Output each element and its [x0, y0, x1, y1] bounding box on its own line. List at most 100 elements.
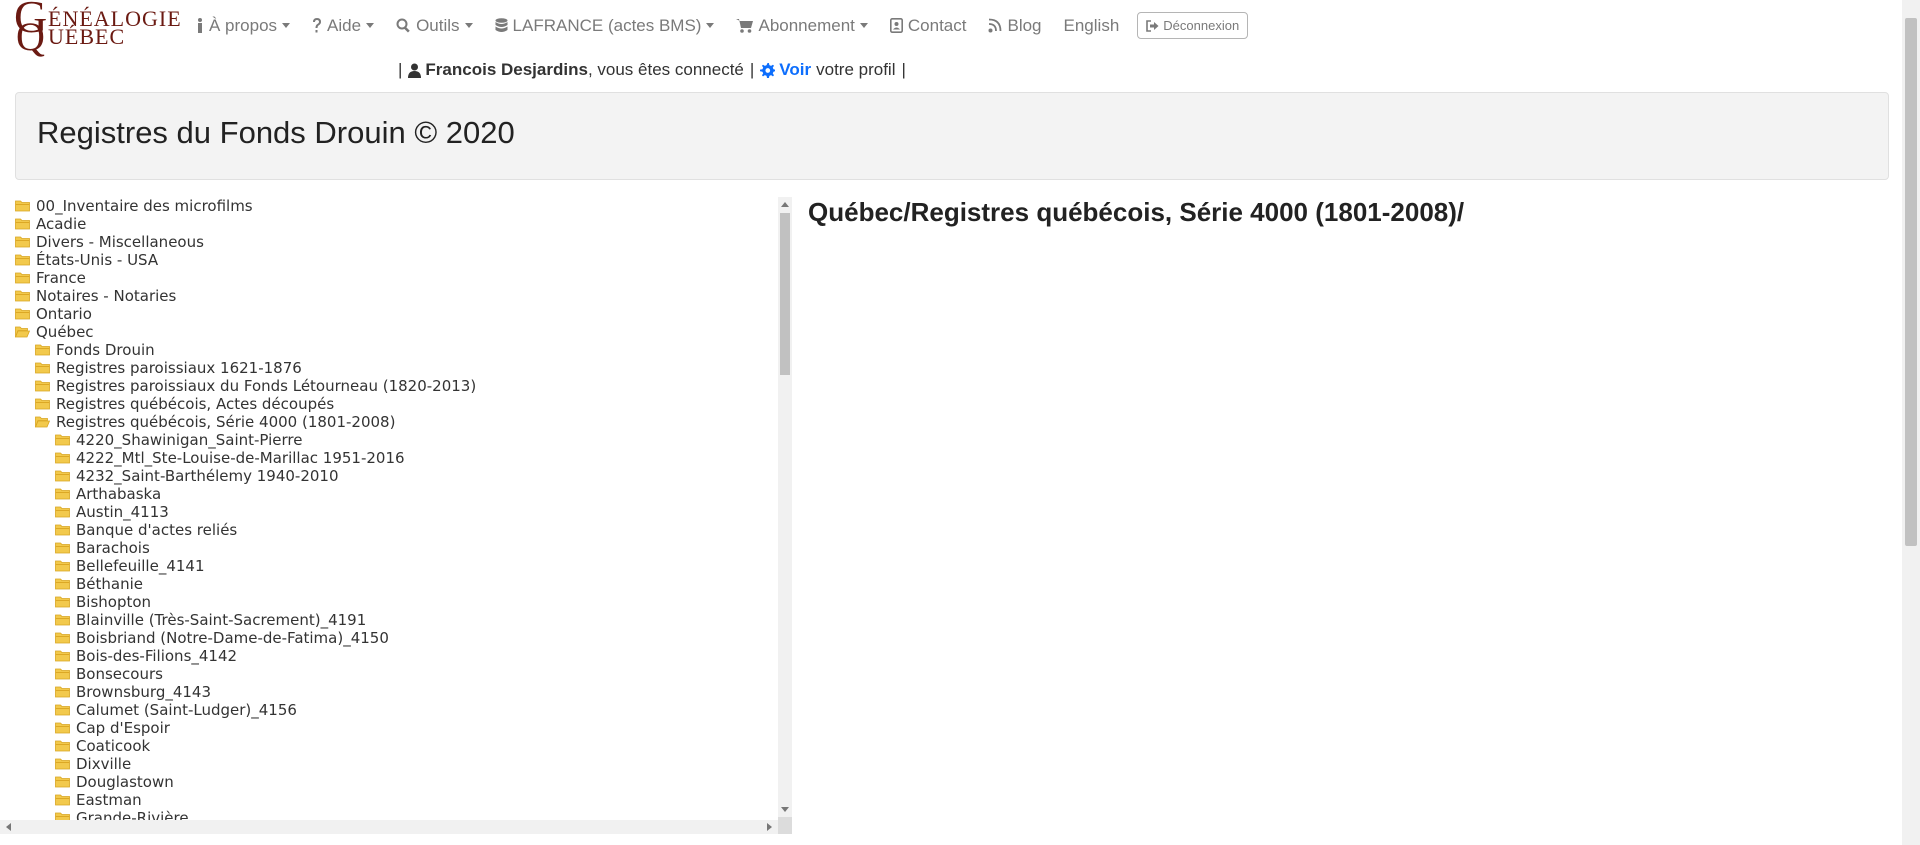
chevron-down-icon: [859, 23, 868, 28]
folder-icon: [15, 218, 30, 230]
tree-node[interactable]: Eastman: [55, 791, 142, 809]
folder-icon: [55, 524, 70, 536]
scrollbar-thumb[interactable]: [780, 213, 790, 375]
tree-node[interactable]: Douglastown: [55, 773, 174, 791]
logo-text-quebec: UÉBEC: [48, 24, 126, 49]
page-scrollbar[interactable]: [1902, 0, 1920, 845]
tree-node[interactable]: Banque d'actes reliés: [55, 521, 237, 539]
tree-node-label: Blainville (Très-Saint-Sacrement)_4191: [76, 611, 367, 629]
tree-node[interactable]: Bois-des-Filions_4142: [55, 647, 237, 665]
connected-text: , vous êtes connecté: [587, 60, 744, 79]
tree-node[interactable]: Grande-Rivière: [55, 809, 189, 820]
nav-abonnement[interactable]: Abonnement: [736, 16, 868, 36]
tree-node[interactable]: Divers - Miscellaneous: [15, 233, 204, 251]
nav-blog[interactable]: Blog: [988, 16, 1042, 36]
tree-node[interactable]: 4222_Mtl_Ste-Louise-de-Marillac 1951-201…: [55, 449, 405, 467]
separator: |: [398, 60, 403, 79]
tree-node[interactable]: Cap d'Espoir: [55, 719, 170, 737]
view-profile-link[interactable]: Voir: [779, 60, 811, 80]
folder-icon: [15, 254, 30, 266]
tree-node-label: Bois-des-Filions_4142: [76, 647, 238, 665]
nav-english[interactable]: English: [1064, 16, 1120, 36]
folder-icon: [15, 272, 30, 284]
tree-node[interactable]: Registres paroissiaux du Fonds Létournea…: [35, 377, 476, 395]
folder-icon: [35, 362, 50, 374]
tree-node-label: Registres paroissiaux du Fonds Létournea…: [56, 377, 477, 395]
tree-node[interactable]: Registres québécois, Actes découpés: [35, 395, 334, 413]
tree-node-label: 4232_Saint-Barthélemy 1940-2010: [76, 467, 339, 485]
tree-node[interactable]: Fonds Drouin: [35, 341, 155, 359]
page-title: Registres du Fonds Drouin © 2020: [37, 115, 515, 150]
tree-node-label: Cap d'Espoir: [76, 719, 170, 737]
database-icon: [495, 18, 508, 32]
tree-node-label: États-Unis - USA: [36, 251, 159, 269]
tree-node[interactable]: Registres paroissiaux 1621-1876: [35, 359, 302, 377]
tree-node-label: Douglastown: [76, 773, 174, 791]
tree-node[interactable]: Calumet (Saint-Ludger)_4156: [55, 701, 297, 719]
nav-lafrance[interactable]: LAFRANCE (actes BMS): [495, 16, 715, 36]
nav-a-propos[interactable]: À propos: [196, 16, 291, 36]
tree-node[interactable]: 4232_Saint-Barthélemy 1940-2010: [55, 467, 339, 485]
nav-outils[interactable]: Outils: [396, 15, 473, 36]
question-icon: [313, 18, 322, 33]
tree-node-label: Austin_4113: [76, 503, 169, 521]
tree-node[interactable]: 00_Inventaire des microfilms: [15, 197, 253, 215]
separator: |: [901, 60, 906, 79]
tree-node-label: 00_Inventaire des microfilms: [36, 197, 253, 215]
folder-icon: [55, 740, 70, 752]
folder-icon: [55, 614, 70, 626]
tree-node[interactable]: Québec: [15, 323, 94, 341]
separator: |: [749, 60, 755, 79]
tree-node-label: Barachois: [76, 539, 150, 557]
folder-icon: [55, 650, 70, 662]
tree-node[interactable]: Bonsecours: [55, 665, 163, 683]
tree-node[interactable]: Notaires - Notaries: [15, 287, 176, 305]
contact-icon: [889, 18, 903, 33]
tree-node[interactable]: Ontario: [15, 305, 92, 323]
scroll-up-arrow[interactable]: [781, 202, 789, 207]
folder-icon: [55, 704, 70, 716]
tree-node[interactable]: Bishopton: [55, 593, 151, 611]
nav-contact[interactable]: Contact: [889, 16, 966, 36]
tree-node[interactable]: Dixville: [55, 755, 131, 773]
main-nav: À propos Aide Outils LAFRANCE (actes BMS…: [196, 12, 1249, 39]
chevron-down-icon: [706, 23, 715, 28]
page-scrollbar-thumb[interactable]: [1905, 18, 1917, 546]
tree-node[interactable]: Registres québécois, Série 4000 (1801-20…: [35, 413, 395, 431]
tree-node-label: Bishopton: [76, 593, 152, 611]
info-icon: [198, 18, 202, 33]
tree-node[interactable]: Arthabaska: [55, 485, 161, 503]
folder-icon: [15, 236, 30, 248]
tree-node[interactable]: Austin_4113: [55, 503, 169, 521]
tree-node[interactable]: Bellefeuille_4141: [55, 557, 205, 575]
tree-node-label: Brownsburg_4143: [76, 683, 212, 701]
tree-horizontal-scrollbar[interactable]: [0, 820, 778, 834]
scroll-left-arrow[interactable]: [6, 823, 11, 831]
nav-aide[interactable]: Aide: [312, 16, 375, 36]
tree-node[interactable]: Béthanie: [55, 575, 143, 593]
tree-node-label: Béthanie: [76, 575, 144, 593]
site-logo[interactable]: G ÉNÉALOGIE Q UÉBEC: [14, 0, 184, 59]
tree-node[interactable]: Blainville (Très-Saint-Sacrement)_4191: [55, 611, 366, 629]
cart-icon: [736, 19, 754, 33]
tree-node-label: Coaticook: [76, 737, 151, 755]
scroll-down-arrow[interactable]: [781, 807, 789, 812]
tree-node[interactable]: Acadie: [15, 215, 86, 233]
tree-node[interactable]: États-Unis - USA: [15, 251, 158, 269]
logout-button[interactable]: Déconnexion: [1137, 12, 1249, 39]
scrollbar-corner: [778, 817, 792, 834]
folder-icon: [35, 398, 50, 410]
tree-vertical-scrollbar[interactable]: [778, 197, 792, 817]
tree-node[interactable]: Coaticook: [55, 737, 150, 755]
tree-node[interactable]: Brownsburg_4143: [55, 683, 211, 701]
navbar: G ÉNÉALOGIE Q UÉBEC À propos Aide Outils…: [0, 0, 1900, 59]
nav-label: Outils: [416, 15, 460, 35]
folder-icon: [55, 578, 70, 590]
folder-icon: [35, 380, 50, 392]
tree-node[interactable]: Boisbriand (Notre-Dame-de-Fatima)_4150: [55, 629, 389, 647]
scroll-right-arrow[interactable]: [767, 823, 772, 831]
tree-node[interactable]: France: [15, 269, 86, 287]
tree-node[interactable]: 4220_Shawinigan_Saint-Pierre: [55, 431, 303, 449]
tree-node-label: Boisbriand (Notre-Dame-de-Fatima)_4150: [76, 629, 389, 647]
tree-node[interactable]: Barachois: [55, 539, 150, 557]
